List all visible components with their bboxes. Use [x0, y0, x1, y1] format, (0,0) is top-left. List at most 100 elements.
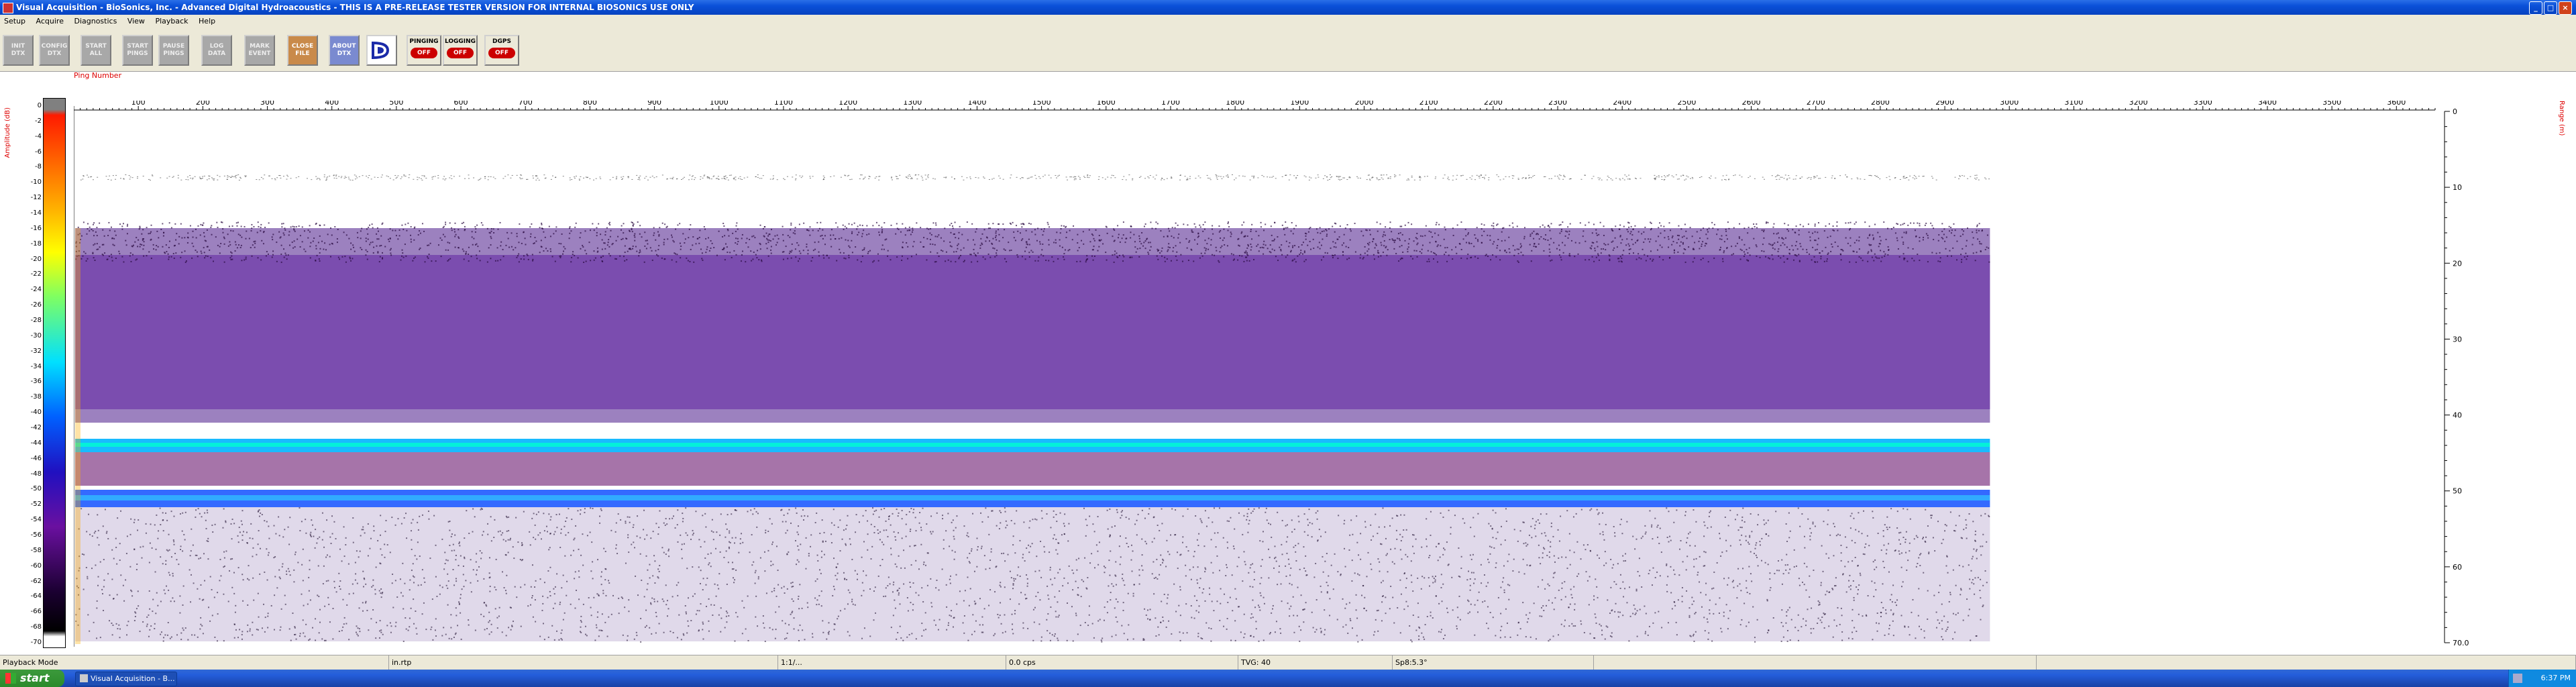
init-dtx-button[interactable]: INIT DTX — [3, 35, 34, 66]
speckle — [1972, 252, 1974, 254]
menu-acquire[interactable]: Acquire — [32, 15, 68, 28]
window-title-bar[interactable]: Visual Acquisition - BioSonics, Inc. - A… — [0, 0, 2576, 15]
speckle — [1613, 247, 1615, 249]
speckle — [272, 233, 274, 235]
surface-speckle — [910, 178, 912, 179]
maximize-button[interactable]: □ — [2544, 1, 2557, 15]
menu-diagnostics[interactable]: Diagnostics — [70, 15, 121, 28]
speckle — [994, 248, 996, 250]
speckle — [1281, 224, 1283, 226]
speckle — [1049, 226, 1051, 228]
speckle — [1202, 223, 1204, 225]
deep-speckle — [1280, 583, 1282, 585]
speckle — [1025, 241, 1027, 243]
speckle — [168, 258, 170, 260]
speckle — [971, 261, 973, 263]
deep-speckle — [644, 626, 646, 628]
speckle — [902, 223, 904, 225]
menu-setup[interactable]: Setup — [0, 15, 30, 28]
speckle — [222, 228, 224, 230]
speckle — [356, 231, 358, 233]
deep-speckle — [1285, 541, 1287, 543]
start-pings-button[interactable]: START PINGS — [122, 35, 153, 66]
logging-indicator[interactable]: LOGGING OFF — [443, 35, 478, 66]
speckle — [204, 257, 206, 259]
surface-speckle — [1733, 175, 1735, 176]
biosonics-logo-icon[interactable] — [366, 35, 397, 66]
speckle — [310, 242, 312, 244]
deep-speckle — [1146, 609, 1148, 611]
speckle — [1173, 247, 1175, 249]
speckle — [1505, 252, 1507, 254]
deep-speckle — [229, 570, 231, 572]
minimize-button[interactable]: _ — [2529, 1, 2542, 15]
speckle — [1208, 237, 1210, 240]
deep-speckle — [1442, 638, 1444, 640]
dgps-indicator[interactable]: DGPS OFF — [484, 35, 519, 66]
menu-view[interactable]: View — [123, 15, 149, 28]
speckle — [930, 251, 932, 253]
deep-speckle — [1418, 635, 1420, 637]
echogram-panel[interactable]: 100 200 300 400 500 600 700 800 900 1000 1100 1200 1… — [74, 101, 2536, 647]
pause-pings-button[interactable]: PAUSE PINGS — [158, 35, 189, 66]
about-dtx-button[interactable]: ABOUT DTX — [329, 35, 360, 66]
surface-speckle — [1801, 176, 1803, 178]
speckle — [1542, 224, 1544, 226]
speckle — [1896, 240, 1898, 242]
deep-speckle — [1018, 603, 1020, 605]
speckle — [223, 237, 225, 240]
log-data-button[interactable]: LOG DATA — [201, 35, 232, 66]
speckle — [1197, 232, 1199, 234]
speckle — [1419, 235, 1421, 237]
speckle — [447, 249, 449, 251]
mark-event-button[interactable]: MARK EVENT — [244, 35, 275, 66]
surface-speckle — [905, 176, 907, 178]
speckle — [1621, 258, 1623, 260]
menu-help[interactable]: Help — [195, 15, 219, 28]
speckle — [1941, 223, 1943, 225]
speckle — [1699, 237, 1701, 239]
surface-speckle — [286, 174, 288, 176]
deep-speckle — [338, 631, 340, 633]
speckle — [1652, 258, 1654, 260]
speckle — [307, 237, 309, 239]
speckle — [1796, 248, 1799, 250]
deep-speckle — [973, 600, 975, 602]
deep-speckle — [1111, 583, 1113, 585]
surface-speckle — [1664, 178, 1666, 180]
speckle — [1901, 236, 1903, 238]
surface-speckle — [1140, 176, 1142, 177]
speckle — [445, 223, 447, 225]
speckle — [806, 244, 808, 246]
speckle — [532, 258, 534, 260]
surface-speckle — [345, 177, 347, 178]
deep-speckle — [1568, 625, 1570, 627]
speckle — [1398, 260, 1400, 262]
speckle — [1051, 256, 1053, 258]
close-button[interactable]: × — [2559, 1, 2572, 15]
speckle — [1821, 250, 1823, 252]
deep-speckle — [969, 552, 971, 554]
speckle — [1960, 254, 1962, 256]
echogram-svg[interactable]: 100 200 300 400 500 600 700 800 900 1000 1100 1200 1… — [74, 101, 2536, 647]
speckle — [794, 248, 796, 250]
deep-speckle — [1636, 635, 1638, 637]
config-dtx-button[interactable]: CONFIG DTX — [39, 35, 70, 66]
speckle — [168, 240, 170, 242]
speckle — [802, 250, 804, 252]
deep-speckle — [847, 589, 849, 591]
speckle — [1305, 235, 1307, 237]
speckle — [912, 229, 914, 231]
speckle — [932, 222, 934, 224]
surface-speckle — [271, 178, 273, 179]
speckle — [698, 242, 700, 244]
close-file-button[interactable]: CLOSE FILE — [287, 35, 318, 66]
surface-speckle — [327, 176, 329, 178]
pinging-indicator[interactable]: PINGING OFF — [407, 35, 441, 66]
menu-playback[interactable]: Playback — [151, 15, 192, 28]
speckle — [140, 244, 142, 246]
deep-speckle — [149, 608, 151, 610]
speckle — [1192, 231, 1194, 233]
start-all-button[interactable]: START ALL — [80, 35, 111, 66]
deep-speckle — [1010, 520, 1012, 522]
